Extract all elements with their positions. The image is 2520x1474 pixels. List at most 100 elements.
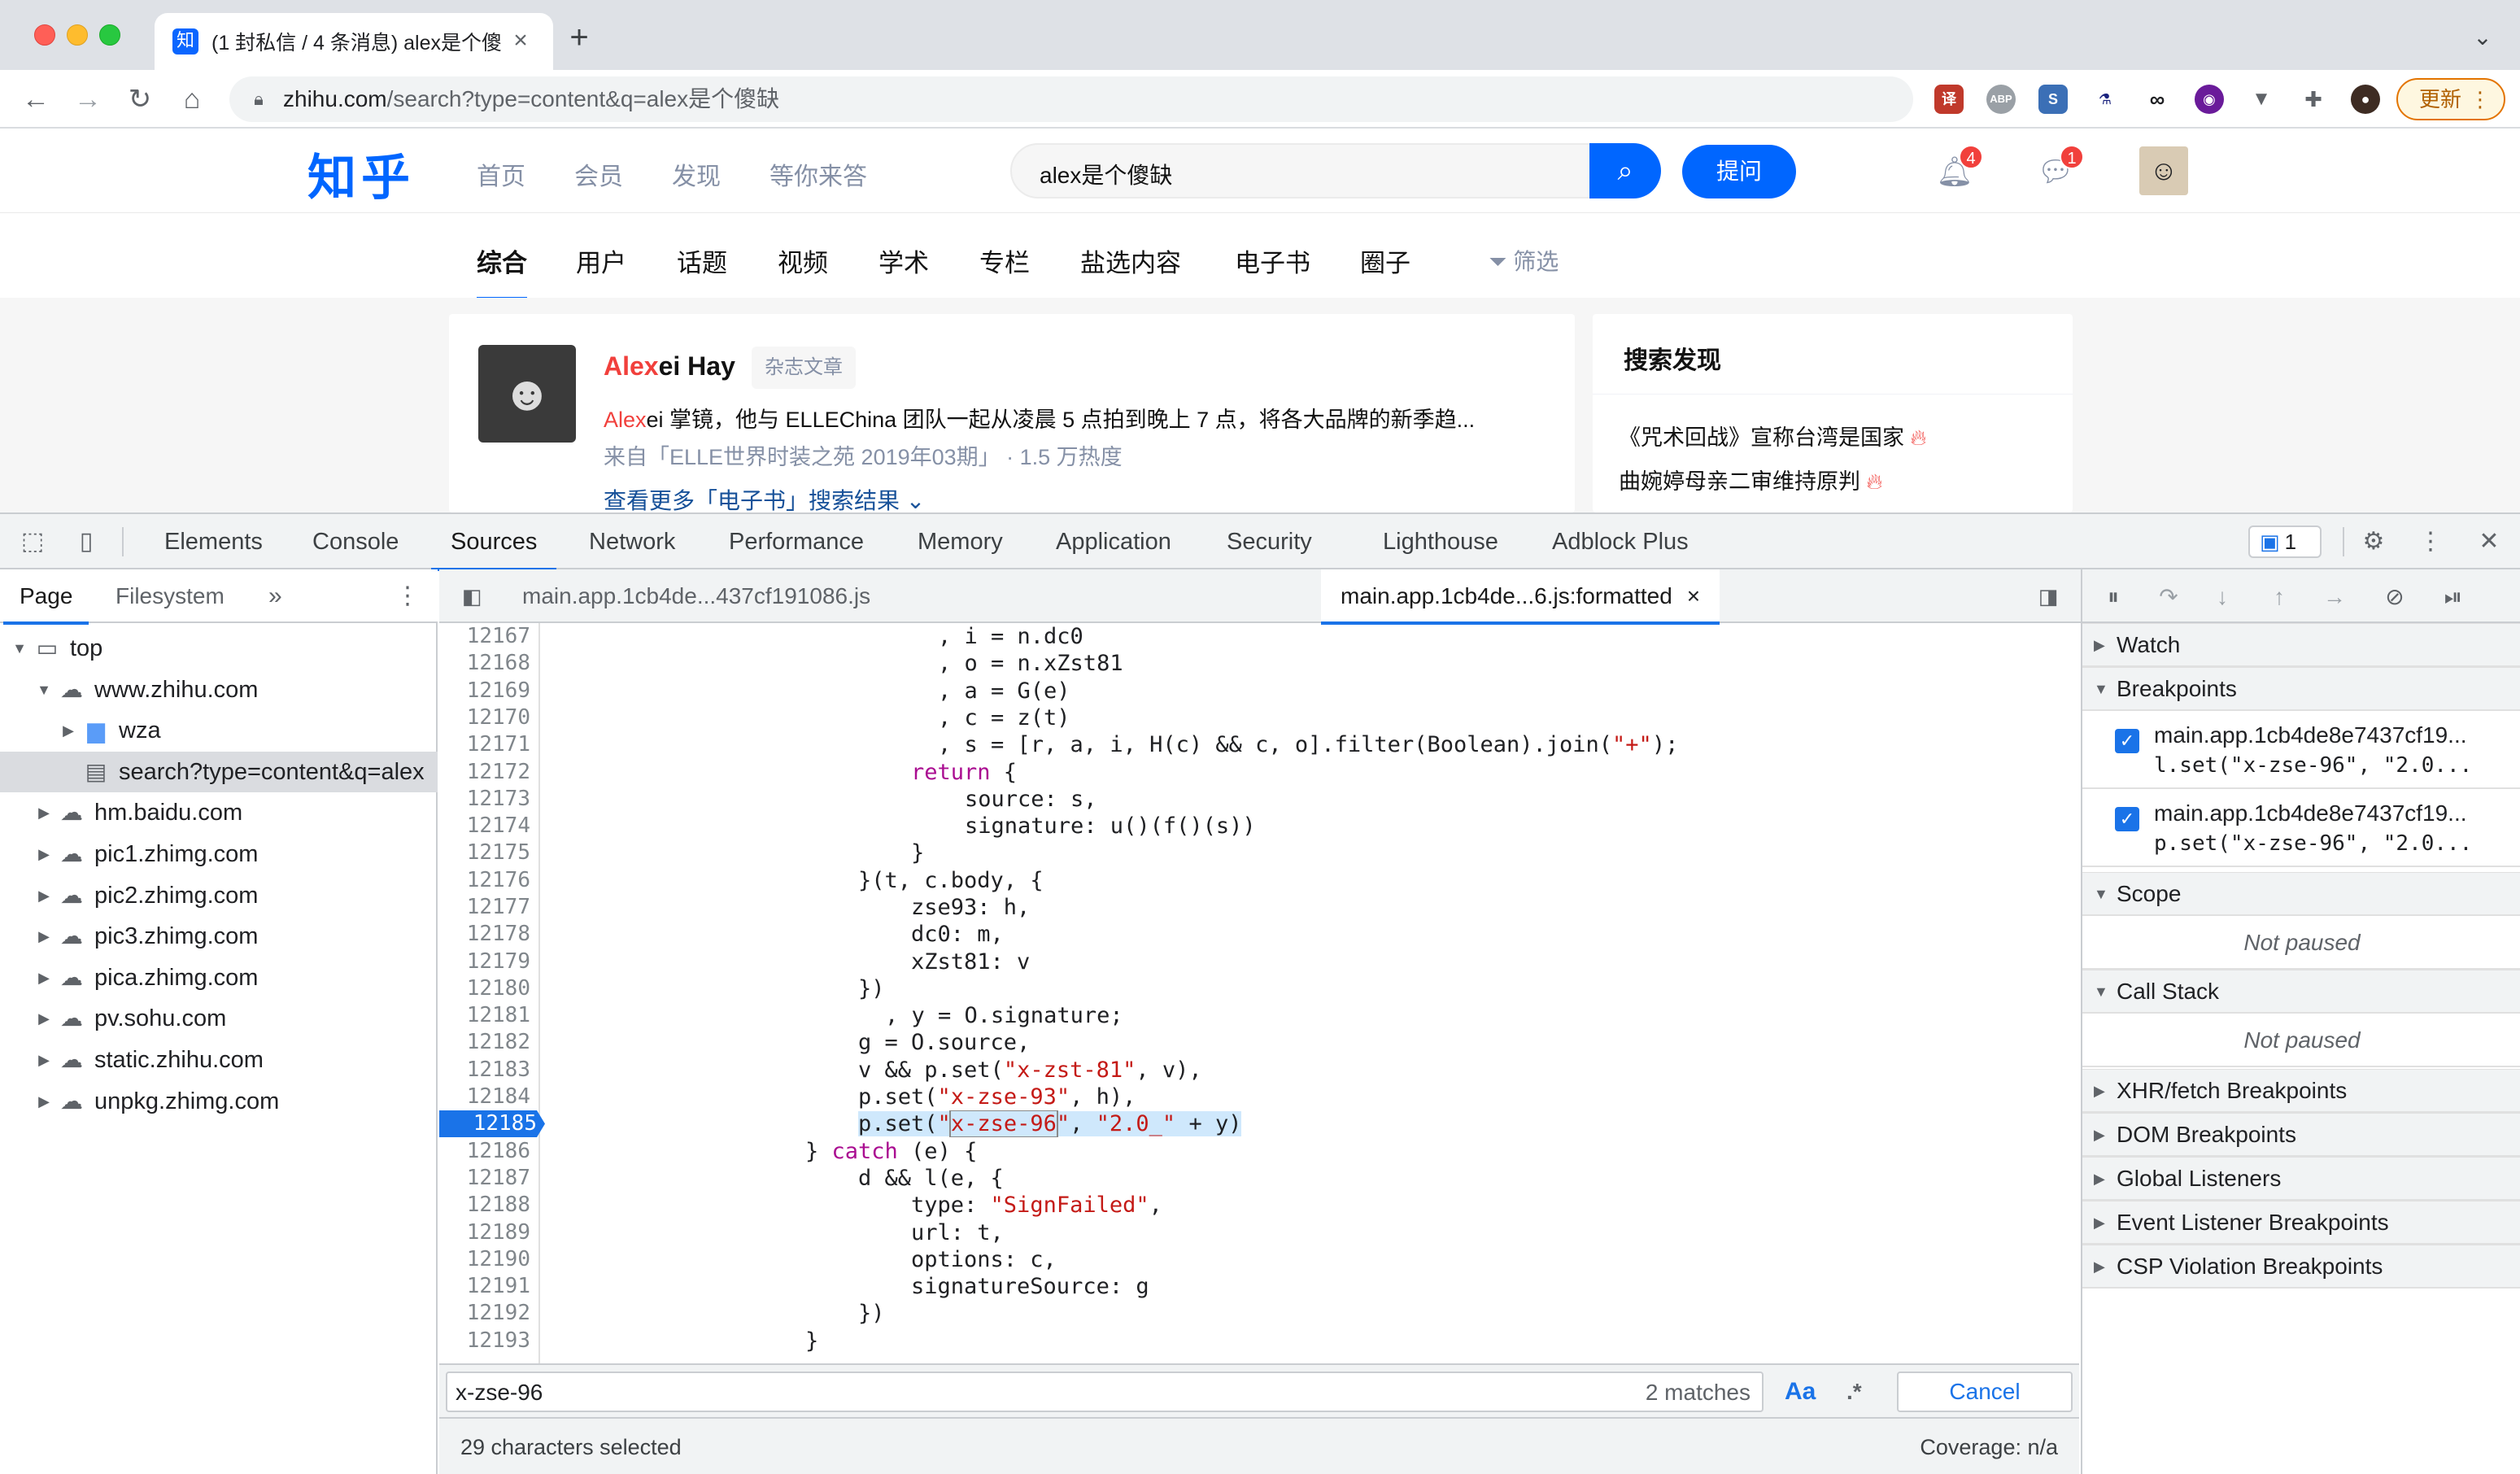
csp-violation-breakpoints-section-header[interactable]: ▶ CSP Violation Breakpoints [2082,1245,2520,1289]
close-tab-icon[interactable]: × [1687,583,1700,608]
code-line[interactable]: g = O.source, [540,1029,2079,1056]
tab-performance[interactable]: Performance [726,514,867,569]
find-input[interactable]: x-zse-96 [456,1380,543,1406]
toggle-navigator-icon[interactable]: ◧ [457,582,486,610]
extension-vue-icon[interactable]: ▼ [2247,85,2276,114]
watch-section-header[interactable]: ▶ Watch [2082,623,2520,667]
code-view[interactable]: 12167 12168 12169 12170 12171 12172 12173 12174… [439,623,2079,1363]
code-line[interactable]: , i = n.dc0 [540,623,2079,650]
tab-lighthouse[interactable]: Lighthouse [1380,514,1502,569]
cancel-button[interactable]: Cancel [1897,1372,2073,1412]
more-tabs-chevron-icon[interactable]: » [268,569,282,623]
new-tab-button[interactable]: + [561,20,597,55]
forward-icon[interactable]: → [70,81,106,117]
line-number[interactable]: 12171 [439,731,538,758]
tab-general[interactable]: 综合 [477,242,527,302]
line-number[interactable]: 12177 [439,894,538,921]
line-number[interactable]: 12175 [439,839,538,866]
tree-item[interactable]: ▶ ☁ hm.baidu.com [0,792,438,833]
navigator-menu-icon[interactable]: ⋮ [395,569,420,623]
line-number[interactable]: 12189 [439,1219,538,1246]
tab-ebooks[interactable]: 电子书 [1235,242,1310,279]
filter-button[interactable]: ⏷ 筛选 [1489,244,1559,277]
tab-page[interactable]: Page [2,569,89,625]
messages-icon[interactable]: 💬︎ 1 [2037,145,2084,190]
tab-security[interactable]: Security [1223,514,1315,569]
tree-item[interactable]: ▶ ☁ pv.sohu.com [0,998,438,1039]
tab-users[interactable]: 用户 [576,242,626,279]
expand-arrow-icon[interactable]: ▶ [34,957,54,998]
inspect-element-icon[interactable]: ⬚ [16,525,49,558]
line-number[interactable]: 12173 [439,786,538,813]
tab-network[interactable]: Network [586,514,678,569]
tree-item[interactable]: ▶ ☁ pica.zhimg.com [0,957,438,998]
breakpoint-item[interactable]: ✓ main.app.1cb4de8e7437cf19... p.set("x-… [2082,789,2520,867]
code-line[interactable]: source: s, [540,786,2079,813]
tree-item[interactable]: ▼ ▭ top [0,628,438,669]
code-line[interactable]: }) [540,975,2079,1002]
nav-discover[interactable]: 发现 [672,156,721,192]
tree-item[interactable]: ▶ ☁ pic3.zhimg.com [0,916,438,957]
code-line[interactable]: zse93: h, [540,894,2079,921]
lock-icon[interactable]: 🔒︎ [247,88,270,111]
extension-color-icon[interactable]: ◉ [2195,85,2224,114]
zhihu-logo[interactable]: 知乎 [307,138,415,209]
code-line[interactable]: } [540,1328,2079,1354]
match-case-button[interactable]: Aa [1785,1373,1816,1411]
code-line[interactable]: url: t, [540,1219,2079,1246]
editor-tab-minified[interactable]: main.app.1cb4de...437cf191086.js [516,569,877,623]
extension-tools-icon[interactable]: ⚗ [2091,85,2120,114]
avatar[interactable]: ☺ [2139,146,2188,195]
code-line[interactable]: , y = O.signature; [540,1002,2079,1029]
code-line[interactable]: , a = G(e) [540,678,2079,704]
breakpoint-checkbox[interactable]: ✓ [2115,729,2139,753]
code-line[interactable]: options: c, [540,1246,2079,1273]
trending-item[interactable]: 《咒术回战》宣称台湾是国家 🔥︎ [1619,420,1926,451]
line-number[interactable]: 12168 [439,650,538,677]
extensions-icon[interactable]: ✚ [2299,85,2328,114]
tab-academic[interactable]: 学术 [879,242,929,279]
tab-filesystem[interactable]: Filesystem [116,569,225,623]
code-line[interactable]: p.set("x-zse-93", h), [540,1084,2079,1110]
event-listener-breakpoints-section-header[interactable]: ▶ Event Listener Breakpoints [2082,1201,2520,1245]
dom-breakpoints-section-header[interactable]: ▶ DOM Breakpoints [2082,1113,2520,1157]
code-line[interactable]: , c = z(t) [540,704,2079,731]
line-number[interactable]: 12170 [439,704,538,731]
tab-console[interactable]: Console [309,514,402,569]
find-input-box[interactable]: x-zse-96 2 matches [446,1372,1764,1412]
xhr-breakpoints-section-header[interactable]: ▶ XHR/fetch Breakpoints [2082,1069,2520,1113]
pause-on-exceptions-icon[interactable]: ⏯ [2437,581,2470,613]
device-toolbar-icon[interactable]: ▯ [70,525,102,558]
breakpoint-item[interactable]: ✓ main.app.1cb4de8e7437cf19... l.set("x-… [2082,711,2520,789]
close-icon[interactable]: ✕ [2473,525,2505,558]
breakpoint-checkbox[interactable]: ✓ [2115,807,2139,831]
tab-sources[interactable]: Sources [430,514,557,571]
tab-memory[interactable]: Memory [914,514,1006,569]
line-number[interactable]: 12191 [439,1273,538,1300]
editor-tab-formatted[interactable]: main.app.1cb4de...6.js:formatted × [1321,569,1720,625]
code-line[interactable]: }) [540,1300,2079,1327]
zhihu-search-input[interactable]: alex是个傻缺 [1010,143,1593,198]
line-number-gutter[interactable]: 12167 12168 12169 12170 12171 12172 12173 12174… [439,623,545,1363]
tab-salt-content[interactable]: 盐选内容 [1080,242,1181,279]
browser-tab[interactable]: 知 (1 封私信 / 4 条消息) alex是个傻 × [155,13,553,70]
line-number[interactable]: 12183 [439,1057,538,1084]
expand-arrow-icon[interactable]: ▶ [34,875,54,916]
notification-bell-icon[interactable]: 🔔︎ 4 [1936,145,1983,190]
tab-columns[interactable]: 专栏 [979,242,1030,279]
line-number[interactable]: 12190 [439,1246,538,1273]
breakpoints-section-header[interactable]: ▼ Breakpoints [2082,667,2520,711]
adblock-plus-icon[interactable]: ABP [1986,85,2016,114]
expand-arrow-icon[interactable]: ▶ [59,710,78,751]
nav-membership[interactable]: 会员 [574,156,623,192]
window-close-button[interactable] [34,24,55,46]
expand-arrow-icon[interactable]: ▶ [34,998,54,1039]
line-number[interactable]: 12182 [439,1029,538,1056]
tree-item[interactable]: ▤ search?type=content&q=alex [0,752,438,792]
line-number[interactable]: 12188 [439,1192,538,1219]
code-line[interactable]: }(t, c.body, { [540,867,2079,894]
home-icon[interactable]: ⌂ [174,81,210,117]
result-avatar[interactable]: ☻ [478,345,576,443]
nav-waiting-answers[interactable]: 等你来答 [770,156,867,192]
line-number[interactable]: 12174 [439,813,538,839]
